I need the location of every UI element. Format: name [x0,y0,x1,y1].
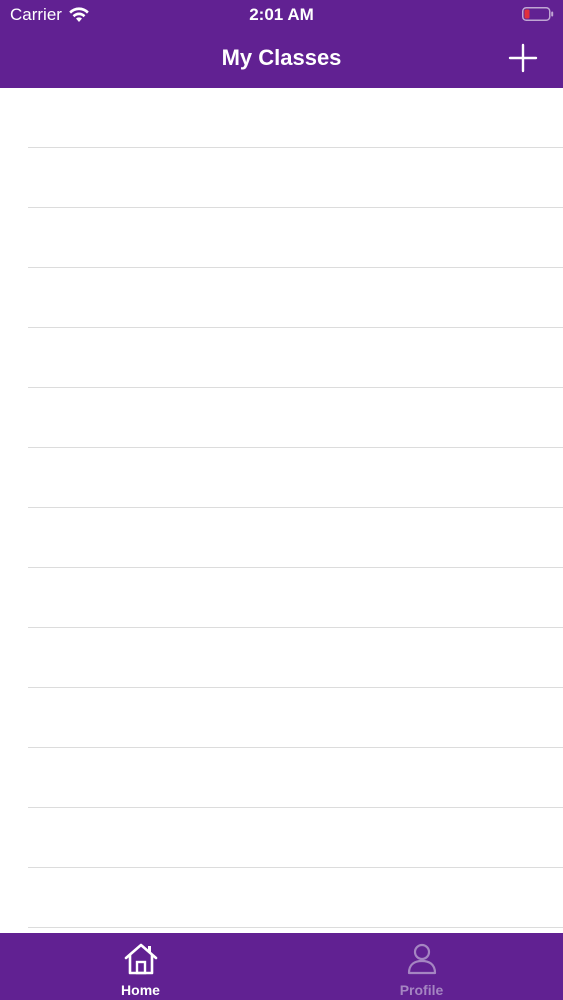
list-item[interactable] [28,148,563,208]
status-time: 2:01 AM [249,5,314,24]
list-item[interactable] [28,628,563,688]
page-title: My Classes [221,45,342,70]
list-item[interactable] [28,868,563,928]
list-item[interactable] [28,448,563,508]
list-item[interactable] [28,268,563,328]
tab-profile-label: Profile [399,982,444,998]
navigation-bar: My Classes [0,30,563,88]
list-item[interactable] [28,748,563,808]
list-item[interactable] [28,388,563,448]
plus-icon [508,43,538,73]
list-item[interactable] [28,208,563,268]
tab-home[interactable]: Home [0,933,281,1000]
list-item[interactable] [28,508,563,568]
list-item[interactable] [28,328,563,388]
list-item[interactable] [28,88,563,148]
class-list[interactable] [0,88,563,933]
tab-profile[interactable]: Profile [281,933,562,1000]
battery-icon [522,7,554,21]
list-item[interactable] [28,688,563,748]
person-icon [404,942,440,976]
add-class-button[interactable] [507,42,539,74]
tab-home-label: Home [121,982,160,998]
status-bar: Carrier 2:01 AM [0,0,563,30]
list-item[interactable] [28,568,563,628]
home-icon [123,942,159,976]
tab-bar: Home Profile [0,933,563,1000]
list-item[interactable] [28,808,563,868]
